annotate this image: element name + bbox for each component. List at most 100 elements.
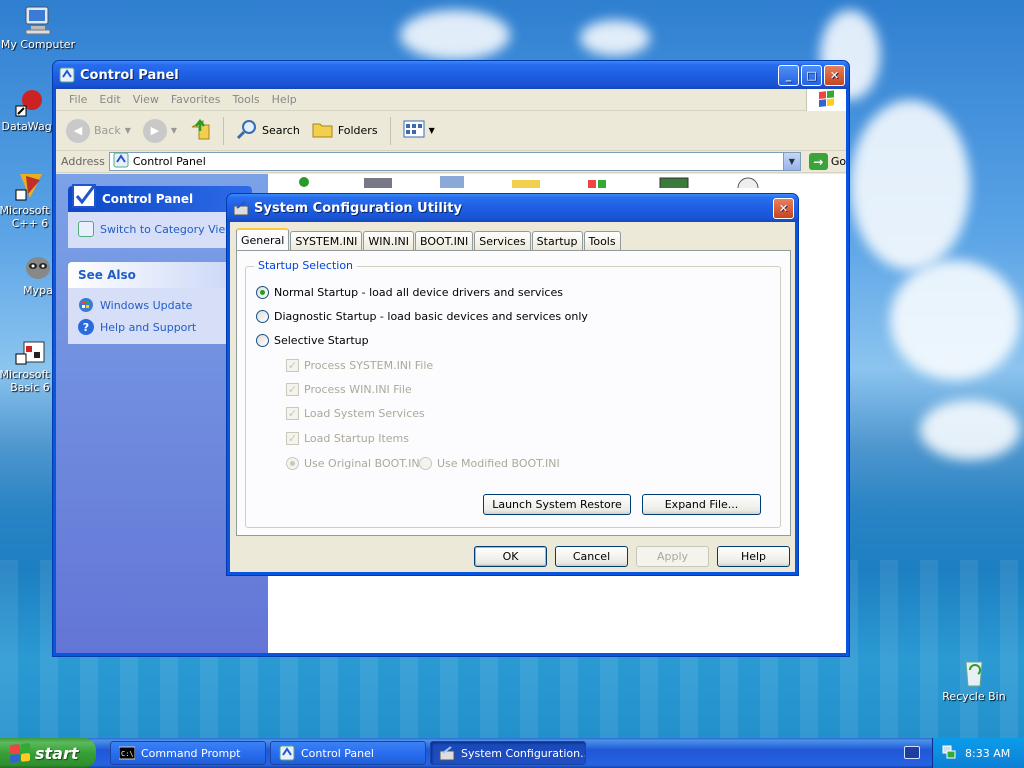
folders-button[interactable]: Folders <box>308 117 382 144</box>
diagnostic-startup-radio[interactable] <box>256 310 269 323</box>
dialog-title: System Configuration Utility <box>254 200 462 216</box>
launch-system-restore-button[interactable]: Launch System Restore <box>483 494 631 515</box>
taskbar-system-configuration[interactable]: System Configuration... <box>430 741 586 765</box>
load-system-services-option[interactable]: ✓ Load System Services <box>286 407 425 420</box>
display-icon[interactable] <box>658 174 690 188</box>
control-panel-large-icon <box>72 182 98 213</box>
close-button[interactable]: ✕ <box>824 64 845 86</box>
views-button[interactable]: ▼ <box>399 118 439 143</box>
use-modified-boot-ini-option[interactable]: Use Modified BOOT.INI <box>419 457 560 470</box>
load-startup-items-label: Load Startup Items <box>304 432 409 445</box>
switch-category-view-link[interactable]: Switch to Category View <box>68 218 252 240</box>
taskbar-control-panel[interactable]: Control Panel <box>270 741 426 765</box>
selective-startup-label: Selective Startup <box>274 334 369 347</box>
address-bar: Address Control Panel ▼ → Go <box>56 151 846 173</box>
task-label: Command Prompt <box>141 746 241 760</box>
folders-label: Folders <box>337 124 378 137</box>
expand-file-button[interactable]: Expand File... <box>642 494 761 515</box>
selective-startup-radio[interactable] <box>256 334 269 347</box>
normal-startup-option[interactable]: Normal Startup - load all device drivers… <box>256 286 563 299</box>
search-button[interactable]: Search <box>232 116 304 145</box>
date-time-icon[interactable] <box>732 174 764 188</box>
process-win-ini-option[interactable]: ✓ Process WIN.INI File <box>286 383 412 396</box>
control-panel-icon <box>279 745 295 761</box>
address-label: Address <box>61 155 105 168</box>
process-win-ini-checkbox[interactable]: ✓ <box>286 383 299 396</box>
toolbar-separator <box>389 116 391 145</box>
network-icon[interactable] <box>941 744 957 763</box>
desktop-icon-recycle-bin[interactable]: Recycle Bin <box>936 656 1012 703</box>
use-original-boot-ini-option[interactable]: Use Original BOOT.INI <box>286 457 423 470</box>
general-tab-page: Startup Selection Normal Startup - load … <box>236 250 791 536</box>
automatic-updates-icon[interactable] <box>584 174 616 188</box>
ok-button[interactable]: OK <box>474 546 547 567</box>
back-arrow-icon: ◀ <box>66 118 90 143</box>
menu-help[interactable]: Help <box>267 93 302 106</box>
tab-strip: General SYSTEM.INI WIN.INI BOOT.INI Serv… <box>236 228 622 250</box>
minimize-button[interactable]: _ <box>778 64 799 86</box>
load-startup-items-checkbox[interactable]: ✓ <box>286 432 299 445</box>
add-hardware-icon[interactable] <box>362 174 394 188</box>
use-original-boot-ini-radio[interactable] <box>286 457 299 470</box>
tab-win-ini[interactable]: WIN.INI <box>363 231 414 250</box>
see-also-header[interactable]: See Also <box>68 262 252 288</box>
control-panel-icons-row <box>288 174 764 188</box>
diagnostic-startup-option[interactable]: Diagnostic Startup - load basic devices … <box>256 310 588 323</box>
tab-system-ini[interactable]: SYSTEM.INI <box>290 231 363 250</box>
desktop-icon-my-computer[interactable]: My Computer <box>0 4 76 51</box>
forward-arrow-icon: ▶ <box>142 118 167 143</box>
back-button[interactable]: ◀ Back ▼ <box>62 117 135 145</box>
windows-update-link[interactable]: Windows Update <box>68 294 252 316</box>
process-system-ini-option[interactable]: ✓ Process SYSTEM.INI File <box>286 359 433 372</box>
process-system-ini-checkbox[interactable]: ✓ <box>286 359 299 372</box>
window-title: Control Panel <box>80 67 179 83</box>
process-win-ini-label: Process WIN.INI File <box>304 383 412 396</box>
selective-startup-option[interactable]: Selective Startup <box>256 334 369 347</box>
menu-edit[interactable]: Edit <box>94 93 125 106</box>
admin-tools-icon[interactable] <box>510 174 542 188</box>
address-input[interactable]: Control Panel ▼ <box>108 152 801 171</box>
task-panel-title: Control Panel <box>102 192 194 206</box>
menu-favorites[interactable]: Favorites <box>166 93 226 106</box>
see-also-panel: See Also Windows Update ? Help and Suppo… <box>68 262 252 344</box>
control-panel-titlebar[interactable]: Control Panel _ □ ✕ <box>53 61 849 89</box>
tab-boot-ini[interactable]: BOOT.INI <box>414 231 474 250</box>
accessibility-icon[interactable] <box>288 174 320 188</box>
tab-tools[interactable]: Tools <box>583 231 621 250</box>
views-icon <box>403 120 425 141</box>
menu-view[interactable]: View <box>128 93 164 106</box>
up-folder-button[interactable] <box>185 115 215 146</box>
tab-services[interactable]: Services <box>474 231 531 250</box>
dialog-titlebar[interactable]: System Configuration Utility ✕ <box>227 194 798 222</box>
address-dropdown-button[interactable]: ▼ <box>782 153 800 170</box>
help-button[interactable]: Help <box>717 546 790 567</box>
start-button[interactable]: start <box>0 738 96 768</box>
dialog-close-button[interactable]: ✕ <box>773 197 794 219</box>
use-modified-boot-ini-label: Use Modified BOOT.INI <box>437 457 560 470</box>
task-panel-header[interactable]: Control Panel <box>68 184 252 212</box>
use-modified-boot-ini-radio[interactable] <box>419 457 432 470</box>
load-startup-items-option[interactable]: ✓ Load Startup Items <box>286 432 409 445</box>
keyboard-icon[interactable] <box>904 746 920 759</box>
tab-general[interactable]: General <box>236 228 290 250</box>
go-button[interactable]: → Go <box>808 153 846 170</box>
forward-button[interactable]: ▶ ▼ <box>139 117 181 145</box>
menu-file[interactable]: File <box>64 93 92 106</box>
clock[interactable]: 8:33 AM <box>965 747 1010 760</box>
cancel-button[interactable]: Cancel <box>555 546 628 567</box>
maximize-button[interactable]: □ <box>801 64 822 86</box>
tab-startup[interactable]: Startup <box>531 231 583 250</box>
help-support-link[interactable]: ? Help and Support <box>68 316 252 338</box>
chevron-down-icon: ▼ <box>170 126 178 135</box>
search-label: Search <box>262 124 300 137</box>
add-remove-programs-icon[interactable] <box>436 174 468 188</box>
load-system-services-checkbox[interactable]: ✓ <box>286 407 299 420</box>
menu-tools[interactable]: Tools <box>228 93 265 106</box>
taskbar-command-prompt[interactable]: C:\ Command Prompt <box>110 741 266 765</box>
search-icon <box>236 118 258 143</box>
normal-startup-radio[interactable] <box>256 286 269 299</box>
switch-view-icon <box>78 221 94 237</box>
back-label: Back <box>94 124 121 137</box>
close-icon: ✕ <box>829 68 840 82</box>
apply-button[interactable]: Apply <box>636 546 709 567</box>
